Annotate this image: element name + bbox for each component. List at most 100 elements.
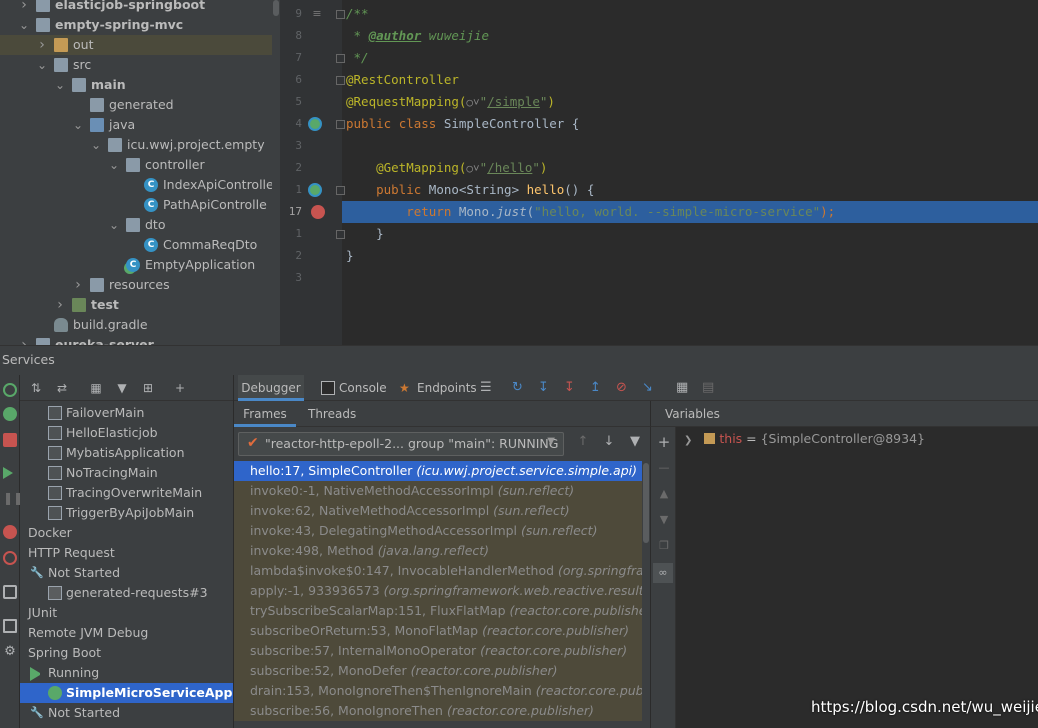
- spring-mapping-icon[interactable]: [308, 183, 322, 197]
- code-line-execution-point[interactable]: return Mono.just("hello, world. --simple…: [342, 201, 1038, 223]
- service-item[interactable]: TriggerByApiJobMain: [20, 503, 233, 523]
- stack-frame[interactable]: subscribe:56, MonoIgnoreThen (reactor.co…: [234, 701, 642, 721]
- fold-marker[interactable]: [336, 54, 345, 63]
- resume-icon[interactable]: [3, 467, 13, 479]
- tree-item[interactable]: ⌄ dto: [0, 215, 272, 235]
- tab-threads[interactable]: Threads: [308, 401, 356, 427]
- stack-frame[interactable]: subscribe:57, InternalMonoOperator (reac…: [234, 641, 642, 661]
- service-item[interactable]: HTTP Request: [20, 543, 233, 563]
- thread-selector[interactable]: ✔ "reactor-http-epoll-2... group "main":…: [238, 432, 564, 456]
- code-line[interactable]: */: [346, 47, 369, 69]
- layout-icon[interactable]: [3, 619, 17, 633]
- arrow-up-icon[interactable]: ↑: [576, 435, 590, 449]
- service-item[interactable]: SimpleMicroServiceApplica: [20, 683, 233, 703]
- evaluate-icon[interactable]: ▦: [676, 381, 690, 395]
- code-line[interactable]: /**: [346, 3, 369, 25]
- tree-item[interactable]: ⌄ java: [0, 115, 272, 135]
- stack-frame[interactable]: invoke:62, NativeMethodAccessorImpl (sun…: [234, 501, 642, 521]
- tab-frames[interactable]: Frames: [234, 401, 296, 427]
- tree-item[interactable]: ⌄ icu.wwj.project.empty: [0, 135, 272, 155]
- url-token[interactable]: /hello: [487, 160, 532, 175]
- add-watch-icon[interactable]: +: [657, 435, 671, 450]
- tree-item[interactable]: › resources: [0, 275, 272, 295]
- service-item[interactable]: TracingOverwriteMain: [20, 483, 233, 503]
- service-item[interactable]: Spring Boot: [20, 643, 233, 663]
- fold-marker[interactable]: [336, 186, 345, 195]
- frames-scrollbar[interactable]: [642, 461, 650, 728]
- tree-item[interactable]: ⌄ controller: [0, 155, 272, 175]
- chevron-down-icon[interactable]: ⌄: [108, 215, 120, 235]
- filter-icon[interactable]: ▼: [628, 435, 642, 449]
- mute-breakpoints-icon[interactable]: [3, 551, 17, 565]
- fold-marker[interactable]: [336, 76, 345, 85]
- show-watches-icon[interactable]: ∞: [653, 563, 673, 583]
- service-item[interactable]: HelloElasticjob: [20, 423, 233, 443]
- code-line[interactable]: * @author wuweijie: [346, 25, 489, 47]
- stack-frame[interactable]: hello:17, SimpleController (icu.wwj.proj…: [234, 461, 642, 481]
- code-line[interactable]: @RestController: [346, 69, 459, 91]
- stack-frame[interactable]: subscribe:52, MonoDefer (reactor.core.pu…: [234, 661, 642, 681]
- tree-item[interactable]: › eureka-server: [0, 335, 272, 345]
- service-item[interactable]: NoTracingMain: [20, 463, 233, 483]
- move-down-icon[interactable]: ▼: [657, 513, 671, 527]
- frames-panel[interactable]: ✔ "reactor-http-epoll-2... group "main":…: [234, 427, 650, 728]
- chevron-down-icon[interactable]: ⌄: [90, 135, 102, 155]
- remove-watch-icon[interactable]: —: [657, 461, 671, 475]
- service-item[interactable]: FailoverMain: [20, 403, 233, 423]
- code-line[interactable]: public class SimpleController {: [346, 113, 579, 135]
- step-into-icon[interactable]: ↧: [564, 381, 578, 395]
- chevron-down-icon[interactable]: ⌄: [72, 115, 84, 135]
- url-token[interactable]: /simple: [487, 94, 540, 109]
- code-line[interactable]: @RequestMapping(○˅"/simple"): [346, 91, 555, 113]
- chevron-right-icon[interactable]: ›: [18, 335, 30, 345]
- service-item[interactable]: 🔧 Not Started: [20, 703, 233, 723]
- new-tab-icon[interactable]: ⊞: [141, 381, 155, 395]
- chevron-right-icon[interactable]: ›: [36, 35, 48, 55]
- variables-panel[interactable]: ❯ this = {SimpleController@8934}: [676, 427, 1038, 728]
- tree-item[interactable]: C EmptyApplication: [0, 255, 272, 275]
- chevron-down-icon[interactable]: ⌄: [54, 75, 66, 95]
- chevron-right-icon[interactable]: ›: [72, 275, 84, 295]
- stack-frame[interactable]: trySubscribeScalarMap:151, FluxFlatMap (…: [234, 601, 642, 621]
- breakpoint-icon[interactable]: [311, 205, 325, 219]
- scrollbar-thumb[interactable]: [273, 0, 279, 16]
- tab-endpoints[interactable]: Endpoints: [417, 375, 477, 401]
- arrow-down-icon[interactable]: ↓: [602, 435, 616, 449]
- spring-bean-icon[interactable]: [308, 117, 322, 131]
- trace-icon[interactable]: ▤: [702, 381, 716, 395]
- stack-frame[interactable]: invoke:43, DelegatingMethodAccessorImpl …: [234, 521, 642, 541]
- tree-item[interactable]: › out: [0, 35, 272, 55]
- tree-item[interactable]: generated: [0, 95, 272, 115]
- chevron-right-icon[interactable]: ›: [18, 0, 30, 15]
- collapse-all-icon[interactable]: ⇄: [55, 381, 69, 395]
- project-tree[interactable]: › elasticjob-springboot ⌄ empty-spring-mvc ›…: [0, 0, 280, 345]
- rerun-icon[interactable]: [3, 383, 17, 397]
- globe-icon[interactable]: ○˅: [466, 162, 479, 175]
- pause-icon[interactable]: ❚❚: [3, 491, 23, 505]
- tree-item[interactable]: › elasticjob-springboot: [0, 0, 272, 15]
- tab-console[interactable]: Console: [339, 375, 387, 401]
- service-item[interactable]: JUnit: [20, 603, 233, 623]
- service-item[interactable]: 🔧 Not Started: [20, 563, 233, 583]
- tree-item[interactable]: ⌄ src: [0, 55, 272, 75]
- chevron-right-icon[interactable]: ›: [54, 295, 66, 315]
- tree-item[interactable]: C CommaReqDto: [0, 235, 272, 255]
- settings-gear-icon[interactable]: ⚙: [3, 645, 17, 659]
- service-item[interactable]: Remote JVM Debug: [20, 623, 233, 643]
- stack-frame[interactable]: drain:153, MonoIgnoreThen$ThenIgnoreMain…: [234, 681, 642, 701]
- chevron-down-icon[interactable]: ⌄: [18, 15, 30, 35]
- code-line[interactable]: @GetMapping(○˅"/hello"): [346, 157, 547, 179]
- add-service-icon[interactable]: +: [173, 381, 187, 395]
- expand-all-icon[interactable]: ⇅: [29, 381, 43, 395]
- group-by-icon[interactable]: ▦: [89, 381, 103, 395]
- debug-icon[interactable]: [3, 407, 17, 421]
- service-item[interactable]: generated-requests#3: [20, 583, 233, 603]
- duplicate-icon[interactable]: ❐: [657, 539, 671, 553]
- stack-frame[interactable]: invoke0:-1, NativeMethodAccessorImpl (su…: [234, 481, 642, 501]
- chevron-down-icon[interactable]: ⌄: [108, 155, 120, 175]
- view-breakpoints-icon[interactable]: [3, 525, 17, 539]
- stack-frame[interactable]: subscribeOrReturn:53, MonoFlatMap (react…: [234, 621, 642, 641]
- stack-frame[interactable]: lambda$invoke$0:147, InvocableHandlerMet…: [234, 561, 642, 581]
- chevron-right-icon[interactable]: ❯: [684, 435, 692, 446]
- filter-icon[interactable]: ▼: [115, 381, 129, 395]
